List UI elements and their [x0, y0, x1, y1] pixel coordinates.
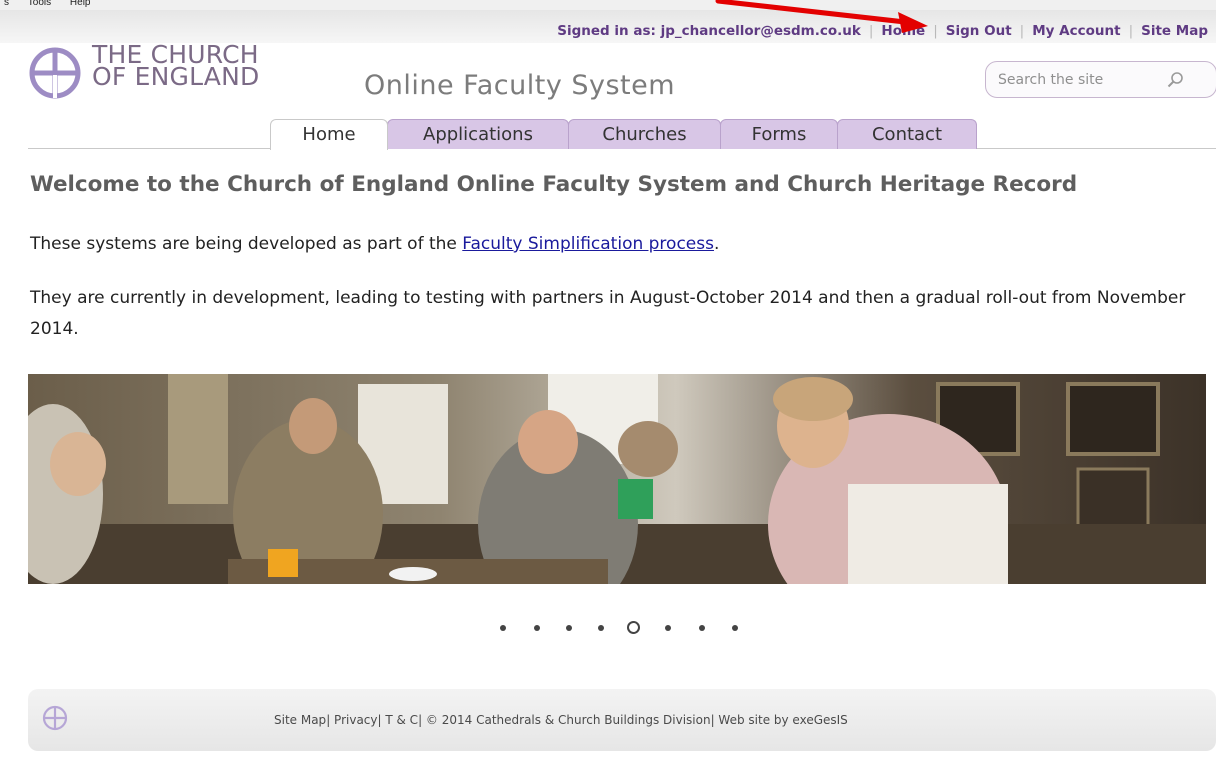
menu-item-help[interactable]: Help [70, 0, 91, 8]
carousel-dot-3[interactable] [566, 625, 572, 631]
carousel-dot-1[interactable] [500, 625, 506, 631]
separator: | [933, 23, 938, 39]
main-nav-tabs: Home Applications Churches Forms Contact [0, 119, 1216, 150]
logo-line-2: OF ENGLAND [92, 62, 260, 91]
carousel-dot-7[interactable] [699, 625, 705, 631]
intro-text: These systems are being developed as par… [30, 234, 463, 254]
tab-home[interactable]: Home [270, 119, 388, 150]
banner-photo [28, 374, 1206, 584]
menu-item-s[interactable]: s [4, 0, 9, 8]
sign-out-link[interactable]: Sign Out [946, 23, 1012, 39]
tab-contact[interactable]: Contact [837, 119, 977, 149]
footer-links: Site Map| Privacy| T & C| © 2014 Cathedr… [274, 713, 848, 727]
page-heading: Welcome to the Church of England Online … [30, 172, 1078, 197]
tab-churches[interactable]: Churches [568, 119, 721, 149]
banner-photo-illustration [28, 374, 1206, 584]
carousel-dot-4[interactable] [598, 625, 604, 631]
footer-terms-link[interactable]: T & C [385, 713, 418, 727]
footer-copyright: © 2014 Cathedrals & Church Buildings Div… [425, 713, 711, 727]
search-input[interactable] [998, 68, 1168, 92]
carousel-indicators [0, 621, 1216, 635]
separator: | [418, 713, 426, 727]
signed-in-label: Signed in as: jp_chancellor@esdm.co.uk [557, 23, 861, 39]
site-map-link[interactable]: Site Map [1141, 23, 1208, 39]
carousel-dot-8[interactable] [732, 625, 738, 631]
home-link[interactable]: Home [881, 23, 925, 39]
separator: | [1128, 23, 1134, 39]
user-links: Signed in as: jp_chancellor@esdm.co.uk |… [557, 23, 1208, 39]
intro-paragraph: These systems are being developed as par… [30, 229, 1210, 260]
carousel-dot-5-active[interactable] [627, 621, 640, 634]
development-paragraph: They are currently in development, leadi… [30, 288, 1186, 339]
footer-privacy-link[interactable]: Privacy [334, 713, 377, 727]
footer-site-map-link[interactable]: Site Map [274, 713, 326, 727]
tab-applications[interactable]: Applications [387, 119, 569, 149]
user-bar: Signed in as: jp_chancellor@esdm.co.uk |… [0, 10, 1216, 43]
church-cross-logo-icon [29, 47, 81, 99]
church-cross-logo-icon [42, 705, 68, 731]
separator: | [1019, 23, 1025, 39]
search-icon[interactable] [1166, 71, 1184, 89]
separator: | [326, 713, 335, 727]
church-logo[interactable]: THE CHURCH OF ENGLAND [26, 42, 260, 102]
footer-credit-link[interactable]: Web site by exeGesIS [718, 713, 847, 727]
faculty-simplification-link[interactable]: Faculty Simplification process [462, 234, 714, 254]
carousel-dot-6[interactable] [665, 625, 671, 631]
search-box [985, 61, 1216, 98]
intro-text-end: . [713, 234, 720, 254]
tab-forms[interactable]: Forms [720, 119, 838, 149]
my-account-link[interactable]: My Account [1032, 23, 1120, 39]
site-title: Online Faculty System [364, 70, 676, 101]
carousel-dot-2[interactable] [534, 625, 540, 631]
logo-text: THE CHURCH OF ENGLAND [92, 42, 260, 91]
footer: Site Map| Privacy| T & C| © 2014 Cathedr… [28, 689, 1216, 751]
menu-item-tools[interactable]: Tools [28, 0, 51, 8]
browser-menu-bar: s Tools Help [0, 0, 1216, 10]
separator: | [868, 23, 874, 39]
